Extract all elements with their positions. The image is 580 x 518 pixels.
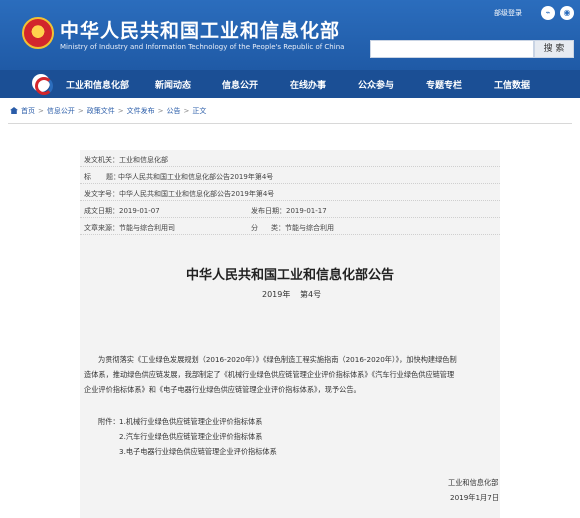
meta-category-label: 分 — [251, 224, 258, 232]
document-title: 中华人民共和国工业和信息化部公告 — [185, 268, 394, 283]
crumb-policy[interactable]: 政策文件 — [87, 107, 115, 115]
divider — [8, 123, 572, 124]
paragraph-line-1: 为贯彻落实《工业绿色发展规划（2016-2020年）》《绿色制造工程实施指南（2… — [98, 355, 457, 364]
meta-source: 文章来源：节能与综合利用司 — [84, 224, 175, 232]
meta-title-value: 中华人民共和国工业和信息化部公告2019年第4号 — [118, 173, 274, 181]
site-header: 中华人民共和国工业和信息化部 Ministry of Industry and … — [0, 0, 580, 70]
meta-title-row: 标 题： 中华人民共和国工业和信息化部公告2019年第4号 — [80, 167, 500, 184]
meta-source-row: 文章来源：节能与综合利用司 分 类：节能与综合利用 — [80, 218, 500, 235]
nav-item-public[interactable]: 公众参与 — [358, 78, 394, 91]
main-nav: 工业和信息化部 新闻动态 信息公开 在线办事 公众参与 专题专栏 工信数据 — [0, 70, 580, 98]
crumb-release[interactable]: 文件发布 — [127, 107, 155, 115]
crumb-home[interactable]: 首页 — [21, 107, 35, 115]
site-title[interactable]: 中华人民共和国工业和信息化部 — [60, 16, 340, 43]
document-number: 第4号 — [300, 290, 322, 299]
breadcrumb: 首页 > 信息公开 > 政策文件 > 文件发布 > 公告 > 正文 — [10, 106, 206, 116]
emblem-icon — [22, 17, 54, 49]
attachment-item[interactable]: 1.机械行业绿色供应链管理企业评价指标体系 — [119, 417, 529, 427]
nav-item-news[interactable]: 新闻动态 — [155, 78, 191, 91]
signature: 工业和信息化部 — [448, 478, 499, 487]
search-input[interactable] — [370, 40, 534, 58]
nav-item-services[interactable]: 在线办事 — [290, 78, 326, 91]
search-button[interactable]: 搜 索 — [534, 40, 574, 58]
meta-publish-date: 发布日期：2019-01-17 — [251, 207, 327, 215]
meta-issuer: 发文机关：工业和信息化部 — [84, 156, 168, 164]
login-link[interactable]: 部级登录 — [494, 8, 522, 18]
attachment-item[interactable]: 2.汽车行业绿色供应链管理企业评价指标体系 — [119, 432, 529, 442]
attachment-item[interactable]: 3.电子电器行业绿色供应链管理企业评价指标体系 — [119, 447, 529, 457]
weibo-icon[interactable]: ◉ — [560, 6, 574, 20]
article-panel: 发文机关：工业和信息化部 标 题： 中华人民共和国工业和信息化部公告2019年第… — [80, 150, 500, 518]
nav-item-info[interactable]: 信息公开 — [222, 78, 258, 91]
paragraph-line-3: 企业评价指标体系》和《电子电器行业绿色供应链管理企业评价指标体系》，现予公告。 — [84, 385, 361, 394]
site-subtitle: Ministry of Industry and Information Tec… — [60, 43, 345, 51]
paragraph-line-2: 造体系，推动绿色供应链发展，我部制定了《机械行业绿色供应链管理企业评价指标体系》… — [84, 370, 455, 379]
nav-item-data[interactable]: 工信数据 — [494, 78, 530, 91]
crumb-notice[interactable]: 公告 — [167, 107, 181, 115]
meta-doc-number: 发文字号：中华人民共和国工业和信息化部公告2019年第4号 — [84, 190, 275, 198]
meta-docno-row: 发文字号：中华人民共和国工业和信息化部公告2019年第4号 — [80, 184, 500, 201]
meta-date-row: 成文日期：2019-01-07 发布日期：2019-01-17 — [80, 201, 500, 218]
meta-issuer-row: 发文机关：工业和信息化部 — [80, 150, 500, 167]
nav-item-topics[interactable]: 专题专栏 — [426, 78, 462, 91]
meta-date: 成文日期：2019-01-07 — [84, 207, 160, 215]
rss-icon[interactable]: ⌁ — [541, 6, 555, 20]
crumb-info[interactable]: 信息公开 — [47, 107, 75, 115]
document-year: 2019年 — [262, 290, 291, 299]
miit-logo-icon — [32, 74, 53, 95]
home-icon — [10, 107, 18, 114]
nav-item-home[interactable]: 工业和信息化部 — [66, 78, 129, 91]
crumb-current: 正文 — [192, 107, 207, 115]
meta-category-value: 类：节能与综合利用 — [271, 224, 334, 232]
signature-date: 2019年1月7日 — [450, 493, 500, 502]
meta-title-label: 标 — [84, 173, 91, 181]
